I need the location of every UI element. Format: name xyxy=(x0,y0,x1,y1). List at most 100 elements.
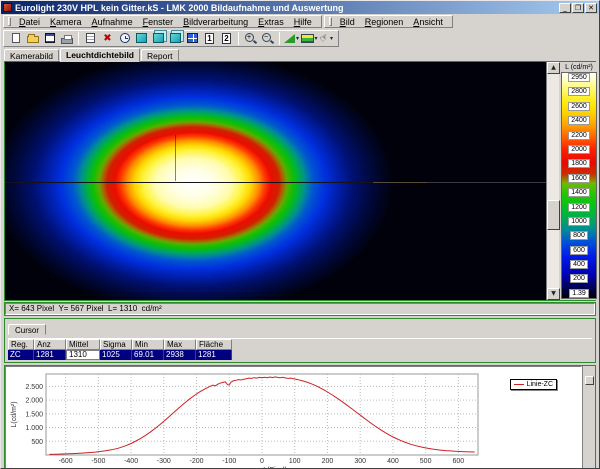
menu-item-fenster[interactable]: Fenster xyxy=(138,16,179,28)
palette-tool-icon-glyph xyxy=(301,34,314,43)
view-2-button-glyph: 2 xyxy=(222,33,231,44)
table-header-cell[interactable]: Max xyxy=(164,339,196,350)
app-icon xyxy=(3,3,12,12)
legend-line-marker xyxy=(514,384,524,385)
menu-item-extras[interactable]: Extras xyxy=(253,16,289,28)
table-header-cell[interactable]: Reg. xyxy=(8,339,34,350)
color-scale-label: 1.39 xyxy=(569,289,589,298)
view-1-button[interactable]: 1 xyxy=(202,31,218,46)
color-scale-gradient: 2950280026002400220020001800160014001200… xyxy=(561,72,597,299)
print-icon-glyph xyxy=(61,38,73,44)
toolbar-buttons: ✖12+−▾▾☞▾ xyxy=(3,30,339,47)
menu-item-bild[interactable]: Bild xyxy=(335,16,360,28)
save-icon-glyph xyxy=(45,33,55,43)
tab-report[interactable]: Report xyxy=(141,49,179,61)
new-document-icon-glyph xyxy=(12,33,20,43)
line-profile-plot[interactable]: 5001.0001.5002.0002.500-600-500-400-300-… xyxy=(6,367,576,469)
menu-item-aufnahme[interactable]: Aufnahme xyxy=(87,16,138,28)
restore-button[interactable]: ❐ xyxy=(572,3,584,13)
svg-text:-200: -200 xyxy=(190,458,204,465)
hand-tool-icon[interactable]: ☞▾ xyxy=(319,31,335,46)
save-icon[interactable] xyxy=(42,31,58,46)
menu-item-datei[interactable]: Datei xyxy=(14,16,45,28)
panel-side-strip xyxy=(582,366,595,469)
capture-series-icon-glyph xyxy=(170,33,181,43)
scroll-up-icon[interactable]: ▲ xyxy=(547,62,560,74)
chart-legend: Linie-ZC xyxy=(510,379,557,390)
menu-item-kamera[interactable]: Kamera xyxy=(45,16,87,28)
close-button[interactable]: ✕ xyxy=(585,3,597,13)
svg-text:300: 300 xyxy=(354,458,366,465)
zoom-out-icon[interactable]: − xyxy=(260,31,276,46)
tab-leuchtdichtebild[interactable]: Leuchtdichtebild xyxy=(60,48,140,62)
color-scale-label: 1800 xyxy=(568,159,590,168)
table-cell[interactable]: 1310 xyxy=(66,350,100,360)
new-document-icon[interactable] xyxy=(8,31,24,46)
svg-text:500: 500 xyxy=(420,458,432,465)
image-vertical-scrollbar[interactable]: ▲ ▼ xyxy=(546,62,559,300)
tab-kamerabild[interactable]: Kamerabild xyxy=(4,49,59,61)
menu-item-bildverarbeitung[interactable]: Bildverarbeitung xyxy=(178,16,253,28)
table-cell[interactable]: ZC xyxy=(8,350,34,360)
line-tool-icon[interactable]: ▾ xyxy=(284,31,300,46)
image-artifact xyxy=(175,135,176,181)
panel-options-button[interactable] xyxy=(585,376,594,385)
toolbar-grip[interactable] xyxy=(8,17,11,26)
scroll-down-icon[interactable]: ▼ xyxy=(547,288,560,300)
stop-icon[interactable]: ✖ xyxy=(100,31,116,46)
toolbar-grip[interactable] xyxy=(329,17,332,26)
svg-text:L(cd/m²): L(cd/m²) xyxy=(11,401,18,427)
print-icon[interactable] xyxy=(59,31,75,46)
dropdown-arrow-icon[interactable]: ▾ xyxy=(296,35,299,42)
open-file-icon[interactable] xyxy=(25,31,41,46)
capture-series-icon[interactable] xyxy=(168,31,184,46)
svg-text:1.500: 1.500 xyxy=(25,411,43,418)
menu-item-ansicht[interactable]: Ansicht xyxy=(408,16,448,28)
capture-image-icon[interactable] xyxy=(134,31,150,46)
tab-cursor[interactable]: Cursor xyxy=(8,324,46,335)
color-scale-label: 1600 xyxy=(568,174,590,183)
table-cell[interactable]: 69.01 xyxy=(132,350,164,360)
table-cell[interactable]: 1025 xyxy=(100,350,132,360)
clock-icon[interactable] xyxy=(117,31,133,46)
color-scale-label: 1400 xyxy=(568,188,590,197)
scrollbar-thumb[interactable] xyxy=(547,200,560,230)
table-header-cell[interactable]: Anz xyxy=(34,339,66,350)
zoom-in-icon[interactable]: + xyxy=(243,31,259,46)
luminance-image[interactable] xyxy=(5,62,546,300)
svg-text:2.500: 2.500 xyxy=(25,384,43,391)
capture-stack-icon[interactable] xyxy=(151,31,167,46)
table-cell[interactable]: 2938 xyxy=(164,350,196,360)
menu-item-hilfe[interactable]: Hilfe xyxy=(289,16,317,28)
table-header-cell[interactable]: Sigma xyxy=(100,339,132,350)
hand-tool-icon-glyph: ☞ xyxy=(318,31,332,45)
table-row[interactable]: ZC12811310102569.0129381281 xyxy=(8,350,592,360)
svg-text:2.000: 2.000 xyxy=(25,398,43,405)
color-scale-title: L (cd/m²) xyxy=(561,63,597,72)
stop-icon-glyph: ✖ xyxy=(103,33,111,44)
view-2-button[interactable]: 2 xyxy=(219,31,235,46)
color-scale-label: 200 xyxy=(570,274,588,283)
color-scale-label: 2200 xyxy=(568,131,590,140)
table-header-cell[interactable]: Min xyxy=(132,339,164,350)
palette-tool-icon[interactable]: ▾ xyxy=(301,31,318,46)
menu-item-regionen[interactable]: Regionen xyxy=(360,16,409,28)
table-cell[interactable]: 1281 xyxy=(196,350,232,360)
app-window: Eurolight 230V HPL kein Gitter.kS - LMK … xyxy=(0,0,600,469)
color-scale: L (cd/m²) 295028002600240022002000180016… xyxy=(559,62,599,300)
main-menu-strip: DateiKameraAufnahmeFensterBildverarbeitu… xyxy=(3,15,322,28)
table-header-cell[interactable]: Mittel xyxy=(66,339,100,350)
svg-text:1.000: 1.000 xyxy=(25,425,43,432)
table-cell[interactable]: 1281 xyxy=(34,350,66,360)
profile-chart[interactable]: 5001.0001.5002.0002.500-600-500-400-300-… xyxy=(5,366,582,469)
table-header-cell[interactable]: Fläche xyxy=(196,339,232,350)
minimize-button[interactable]: _ xyxy=(559,3,571,13)
title-bar: Eurolight 230V HPL kein Gitter.kS - LMK … xyxy=(1,1,599,14)
color-scale-label: 2600 xyxy=(568,102,590,111)
svg-text:-500: -500 xyxy=(91,458,105,465)
toolbar-separator xyxy=(238,32,239,45)
single-frame-icon[interactable] xyxy=(83,31,99,46)
color-scale-label: 600 xyxy=(570,246,588,255)
measurement-line[interactable] xyxy=(5,182,546,183)
grid-view-icon[interactable] xyxy=(185,31,201,46)
